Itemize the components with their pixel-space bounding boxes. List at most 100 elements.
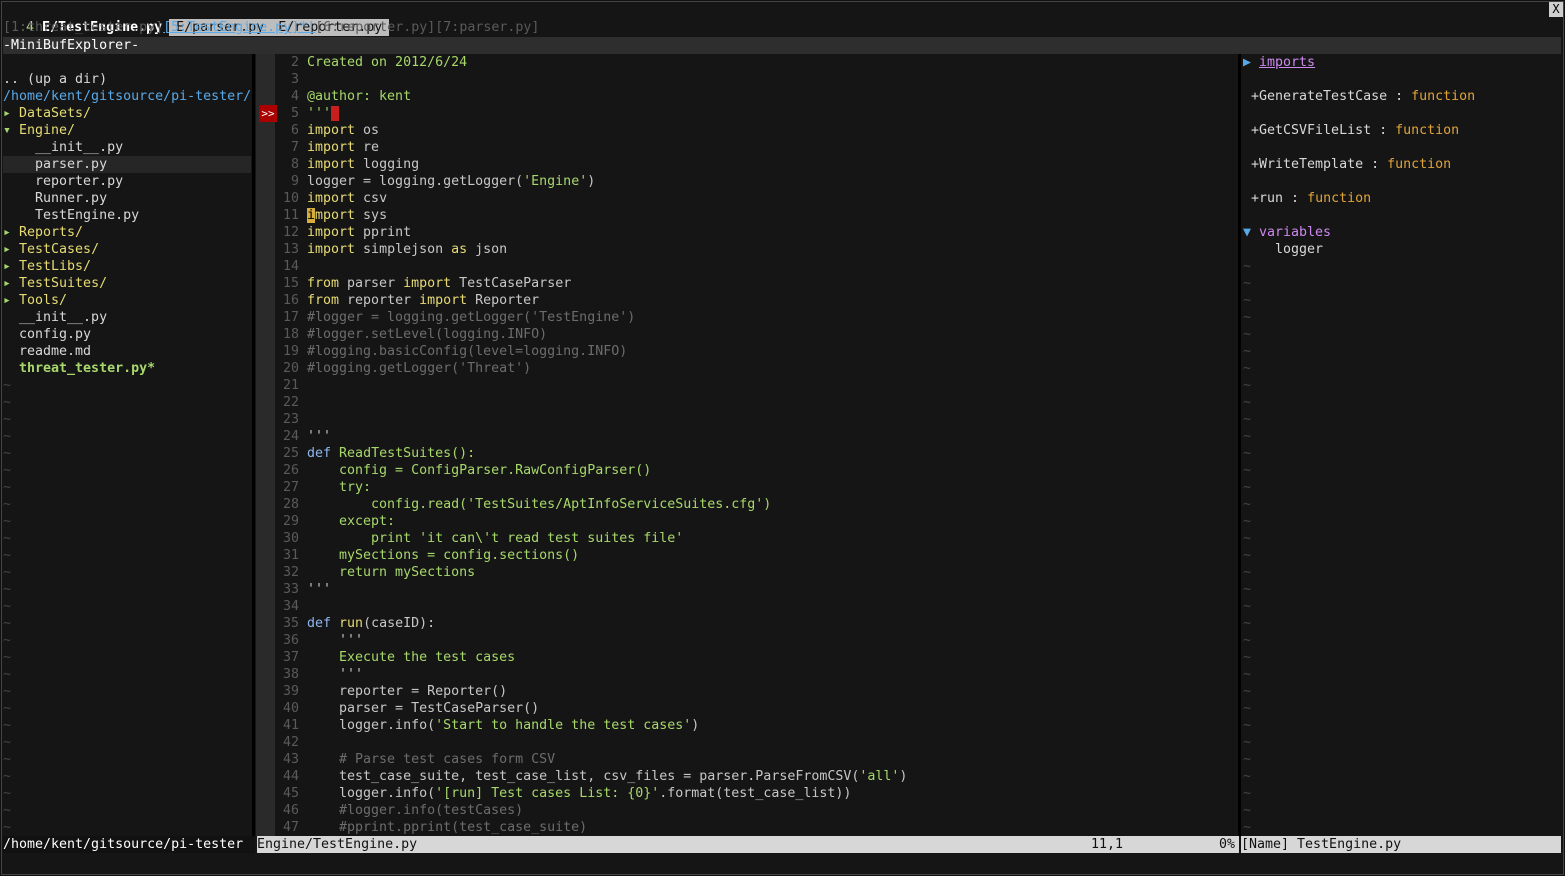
expanded-arrow-icon[interactable]: ▼ <box>1243 225 1259 240</box>
code-line[interactable]: 13 import simplejson as json <box>259 241 1237 258</box>
code-line[interactable]: 2 Created on 2012/6/24 <box>259 54 1237 71</box>
code-line[interactable]: 35 def run(caseID): <box>259 615 1237 632</box>
code-line[interactable]: 26 config = ConfigParser.RawConfigParser… <box>259 462 1237 479</box>
tree-entry[interactable]: __init__.py <box>3 309 251 326</box>
code-line[interactable]: 12 import pprint <box>259 224 1237 241</box>
tree-entry[interactable]: threat_tester.py* <box>3 360 251 377</box>
code-line[interactable]: 4 @author: kent <box>259 88 1237 105</box>
buffer-threat-tester[interactable]: [1:threat_tester.py] <box>3 20 163 35</box>
expanded-arrow-icon[interactable]: ▾ <box>3 123 19 138</box>
tree-entry[interactable]: /home/kent/gitsource/pi-tester/ <box>3 88 251 105</box>
code-line[interactable]: 15 from parser import TestCaseParser <box>259 275 1237 292</box>
collapsed-arrow-icon[interactable]: ▸ <box>3 106 19 121</box>
code-token: @author: kent <box>307 89 412 104</box>
code-line[interactable]: 27 try: <box>259 479 1237 496</box>
code-line[interactable]: 24 ''' <box>259 428 1237 445</box>
tree-entry[interactable]: ▸ Reports/ <box>3 224 251 241</box>
code-line[interactable]: 22 <box>259 394 1237 411</box>
code-line[interactable]: 42 <box>259 734 1237 751</box>
tree-entry[interactable] <box>3 54 251 71</box>
collapsed-arrow-icon[interactable]: ▸ <box>3 242 19 257</box>
code-line[interactable]: 18 #logger.setLevel(logging.INFO) <box>259 326 1237 343</box>
collapsed-arrow-icon[interactable]: ▸ <box>3 293 19 308</box>
code-token: pprint <box>355 225 412 240</box>
buffer-reporter-parser[interactable]: [6:reporter.py][7:parser.py] <box>315 20 539 35</box>
tree-entry[interactable]: readme.md <box>3 343 251 360</box>
buffer-testengine[interactable]: [5:TestEngine.py]*! <box>163 20 315 35</box>
code-line[interactable]: 34 <box>259 598 1237 615</box>
close-tab-button[interactable]: X <box>1549 2 1563 17</box>
tag-function-name[interactable]: +run <box>1243 191 1283 206</box>
tag-function-name[interactable]: +GenerateTestCase <box>1243 89 1387 104</box>
tag-function-name[interactable]: +GetCSVFileList <box>1243 123 1371 138</box>
code-line[interactable]: 32 return mySections <box>259 564 1237 581</box>
code-line[interactable]: 37 Execute the test cases <box>259 649 1237 666</box>
code-token: ReadTestSuites(): <box>339 446 476 461</box>
code-line[interactable]: 39 reporter = Reporter() <box>259 683 1237 700</box>
code-line[interactable]: 38 ''' <box>259 666 1237 683</box>
tree-entry[interactable]: parser.py <box>3 156 251 173</box>
tree-entry[interactable]: ▸ DataSets/ <box>3 105 251 122</box>
tree-entry[interactable]: Runner.py <box>3 190 251 207</box>
code-line[interactable]: 5 '''_ <box>259 105 1237 122</box>
split-separator-right[interactable] <box>1238 54 1241 836</box>
taglist-pane[interactable]: ▶ imports +GenerateTestCase : function +… <box>1243 54 1561 836</box>
tag-function-item[interactable]: +run : function <box>1243 190 1561 207</box>
tag-group-imports[interactable]: ▶ imports <box>1243 54 1561 71</box>
tree-entry[interactable]: ▸ Tools/ <box>3 292 251 309</box>
tag-function-item[interactable]: +GetCSVFileList : function <box>1243 122 1561 139</box>
code-line[interactable]: 3 <box>259 71 1237 88</box>
empty-line-marker: ~ <box>3 803 12 818</box>
code-line[interactable]: 41 logger.info('Start to handle the test… <box>259 717 1237 734</box>
code-line[interactable]: 44 test_case_suite, test_case_list, csv_… <box>259 768 1237 785</box>
code-line[interactable]: 9 logger = logging.getLogger('Engine') <box>259 173 1237 190</box>
code-line[interactable]: 29 except: <box>259 513 1237 530</box>
code-line[interactable]: 11 import sys <box>259 207 1237 224</box>
tree-entry[interactable]: reporter.py <box>3 173 251 190</box>
code-line[interactable]: 43 # Parse test cases form CSV <box>259 751 1237 768</box>
code-line[interactable]: 17 #logger = logging.getLogger('TestEngin… <box>259 309 1237 326</box>
tag-function-item[interactable]: +WriteTemplate : function <box>1243 156 1561 173</box>
tag-group-variables[interactable]: ▼ variables <box>1243 224 1561 241</box>
code-line[interactable]: 23 <box>259 411 1237 428</box>
code-line[interactable]: 10 import csv <box>259 190 1237 207</box>
code-line[interactable]: 45 logger.info('[run] Test cases List: {… <box>259 785 1237 802</box>
tag-function-item[interactable]: +GenerateTestCase : function <box>1243 88 1561 105</box>
code-line[interactable]: 25 def ReadTestSuites(): <box>259 445 1237 462</box>
tag-function-name[interactable]: +WriteTemplate <box>1243 157 1363 172</box>
code-line[interactable]: 20 #logging.getLogger('Threat') <box>259 360 1237 377</box>
collapsed-arrow-icon[interactable]: ▸ <box>3 276 19 291</box>
tag-group-label[interactable]: imports <box>1259 55 1315 70</box>
code-line[interactable]: 30 print 'it can\'t read test suites fil… <box>259 530 1237 547</box>
code-line[interactable]: 7 import re <box>259 139 1237 156</box>
tree-entry[interactable]: .. (up a dir) <box>3 71 251 88</box>
split-separator-left[interactable] <box>252 54 255 836</box>
code-line[interactable]: 21 <box>259 377 1237 394</box>
tree-entry[interactable]: config.py <box>3 326 251 343</box>
tree-entry[interactable]: ▸ TestLibs/ <box>3 258 251 275</box>
code-line[interactable]: 14 <box>259 258 1237 275</box>
collapsed-arrow-icon[interactable]: ▸ <box>3 259 19 274</box>
collapsed-arrow-icon[interactable]: ▸ <box>3 225 19 240</box>
collapsed-arrow-icon[interactable]: ▶ <box>1243 55 1259 70</box>
tree-entry[interactable]: ▾ Engine/ <box>3 122 251 139</box>
code-line[interactable]: 36 ''' <box>259 632 1237 649</box>
code-line[interactable]: 28 config.read('TestSuites/AptInfoServic… <box>259 496 1237 513</box>
tag-group-label[interactable]: variables <box>1259 225 1331 240</box>
code-line[interactable]: 40 parser = TestCaseParser() <box>259 700 1237 717</box>
code-line[interactable]: 33 ''' <box>259 581 1237 598</box>
code-line[interactable]: 6 import os <box>259 122 1237 139</box>
tree-entry[interactable]: ▸ TestCases/ <box>3 241 251 258</box>
editor-pane[interactable]: 2 Created on 2012/6/24 3 4 @author: kent 5 '''… <box>259 54 1237 836</box>
tree-entry[interactable]: ▸ TestSuites/ <box>3 275 251 292</box>
tree-entry[interactable]: TestEngine.py <box>3 207 251 224</box>
tree-entry[interactable]: __init__.py <box>3 139 251 156</box>
tag-variable-item[interactable]: logger <box>1243 241 1561 258</box>
code-line[interactable]: 16 from reporter import Reporter <box>259 292 1237 309</box>
nerdtree-pane[interactable]: .. (up a dir) /home/kent/gitsource/pi-tes… <box>3 54 251 836</box>
code-line[interactable]: 8 import logging <box>259 156 1237 173</box>
code-line[interactable]: 46 #logger.info(testCases) <box>259 802 1237 819</box>
code-line[interactable]: 47 #pprint.pprint(test_case_suite) <box>259 819 1237 836</box>
code-line[interactable]: 31 mySections = config.sections() <box>259 547 1237 564</box>
code-line[interactable]: 19 #logging.basicConfig(level=logging.INF… <box>259 343 1237 360</box>
